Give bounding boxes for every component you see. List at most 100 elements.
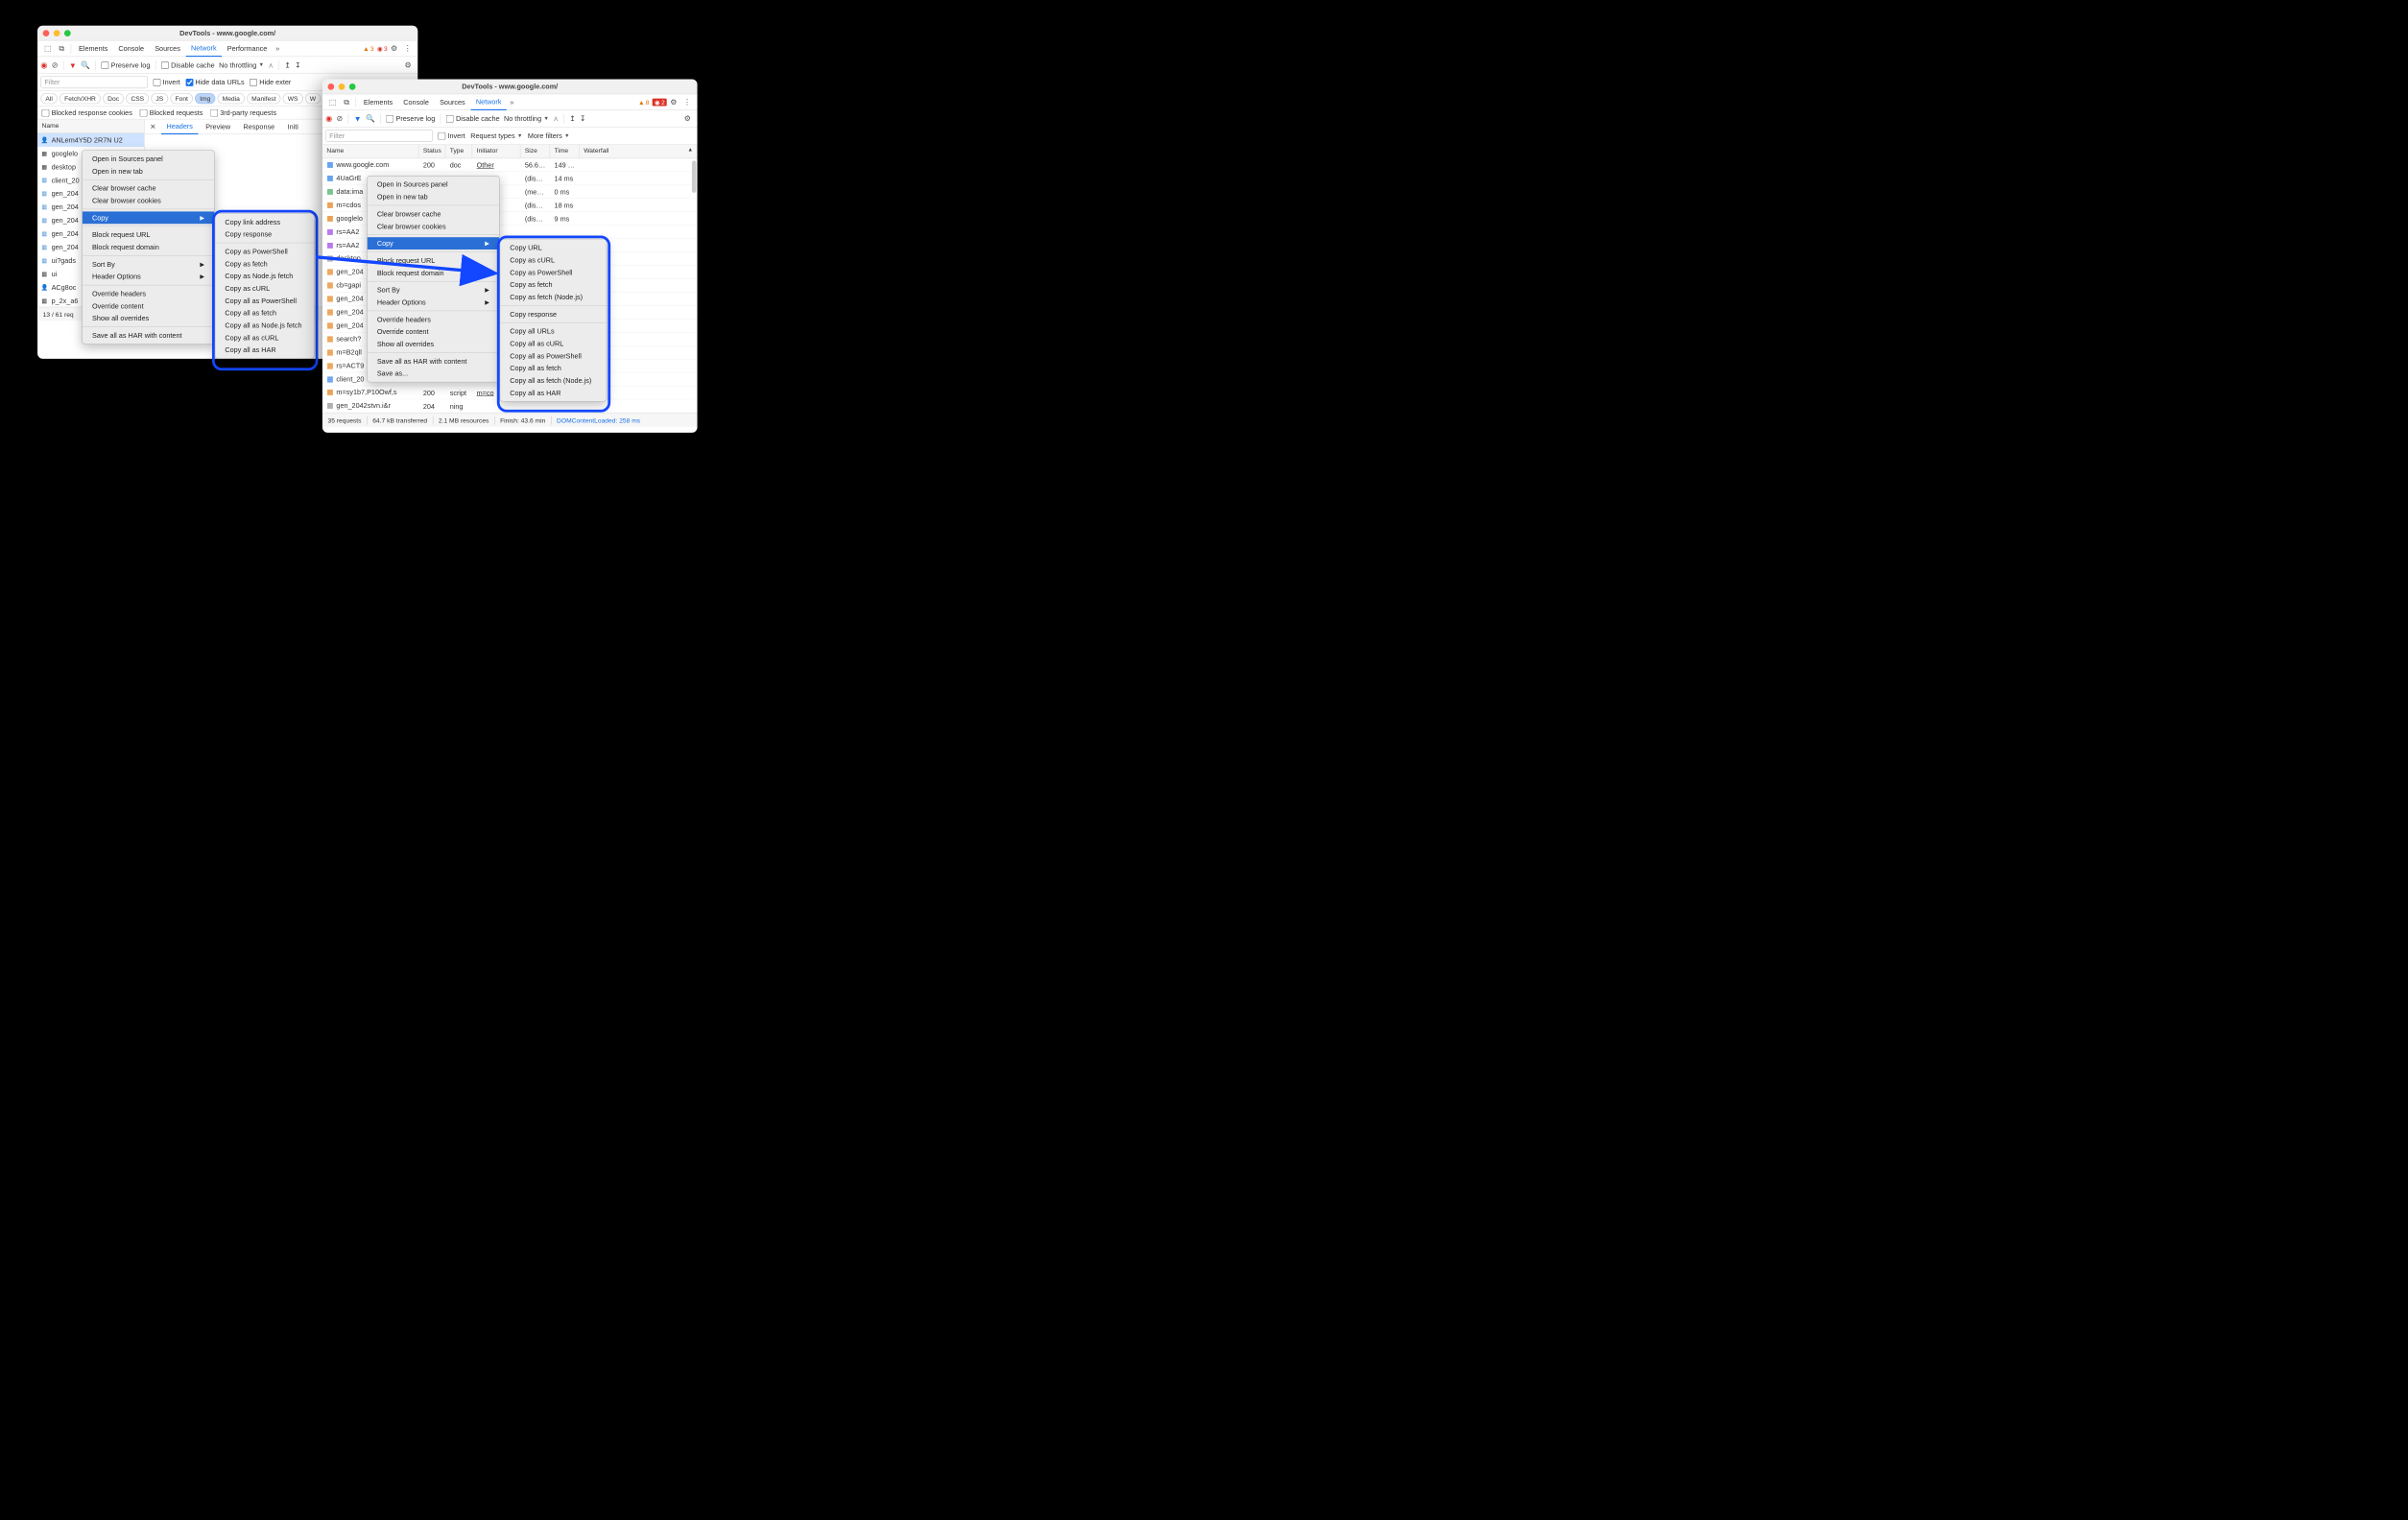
gear-icon[interactable]: ⚙	[680, 114, 694, 123]
errors-badge[interactable]: ◉ 3	[377, 45, 388, 53]
menu-header-options[interactable]: Header Options▶	[83, 271, 214, 283]
col-name[interactable]: Name	[322, 145, 418, 158]
chip-manifest[interactable]: Manifest	[247, 93, 280, 104]
menu-copy-all-node-fetch[interactable]: Copy all as Node.js fetch	[215, 320, 314, 332]
invert-checkbox[interactable]: Invert	[154, 78, 180, 85]
chip-img[interactable]: Img	[195, 93, 215, 104]
tab-response[interactable]: Response	[238, 119, 280, 134]
menu-clear-cookies[interactable]: Clear browser cookies	[368, 220, 499, 232]
kebab-icon[interactable]: ⋮	[400, 44, 415, 53]
more-filters-select[interactable]: More filters ▼	[528, 131, 570, 139]
menu-copy-fetch[interactable]: Copy as fetch	[215, 257, 314, 270]
hide-data-urls-checkbox[interactable]: Hide data URLs	[185, 78, 244, 85]
warnings-badge[interactable]: ▲ 8	[638, 98, 649, 106]
name-column-header[interactable]: Name	[37, 119, 144, 132]
chip-media[interactable]: Media	[218, 93, 245, 104]
menu-override-headers[interactable]: Override headers	[83, 288, 214, 300]
col-initiator[interactable]: Initiator	[472, 145, 520, 158]
hide-extensions-checkbox[interactable]: Hide exter	[250, 78, 291, 85]
upload-icon[interactable]: ↥	[285, 60, 291, 69]
tab-network[interactable]: Network	[185, 40, 222, 57]
menu-copy-response[interactable]: Copy response	[215, 228, 314, 241]
tab-elements[interactable]: Elements	[73, 40, 112, 57]
chip-js[interactable]: JS	[151, 93, 168, 104]
menu-save-har[interactable]: Save all as HAR with content	[368, 355, 499, 368]
throttling-select[interactable]: No throttling ▼	[219, 61, 264, 69]
menu-save-as[interactable]: Save as...	[368, 368, 499, 380]
chip-css[interactable]: CSS	[126, 93, 149, 104]
initiator-cell[interactable]: Other	[472, 161, 520, 169]
menu-copy-all-powershell[interactable]: Copy all as PowerShell	[215, 295, 314, 307]
menu-copy-all-fetch-node[interactable]: Copy all as fetch (Node.js)	[500, 374, 606, 387]
chip-wasm[interactable]: W	[305, 93, 321, 104]
filter-icon[interactable]: ▼	[354, 114, 362, 123]
menu-copy-all-curl[interactable]: Copy all as cURL	[500, 338, 606, 350]
filter-input[interactable]: Filter	[325, 130, 433, 142]
menu-block-domain[interactable]: Block request domain	[368, 267, 499, 279]
gear-icon[interactable]: ⚙	[388, 44, 401, 53]
tab-sources[interactable]: Sources	[434, 94, 470, 110]
wifi-icon[interactable]: ⋏	[268, 60, 273, 69]
menu-copy-all-har[interactable]: Copy all as HAR	[215, 344, 314, 356]
col-waterfall[interactable]: Waterfall▲	[580, 145, 698, 158]
record-icon[interactable]: ◉	[40, 60, 47, 69]
scrollbar[interactable]	[692, 160, 696, 192]
download-icon[interactable]: ↧	[295, 60, 300, 69]
menu-block-domain[interactable]: Block request domain	[83, 241, 214, 253]
menu-copy[interactable]: Copy▶	[368, 237, 499, 249]
throttling-select[interactable]: No throttling ▼	[504, 114, 549, 122]
upload-icon[interactable]: ↥	[569, 114, 575, 123]
chip-doc[interactable]: Doc	[103, 93, 124, 104]
menu-copy-curl[interactable]: Copy as cURL	[215, 282, 314, 295]
menu-show-overrides[interactable]: Show all overrides	[368, 338, 499, 350]
chip-font[interactable]: Font	[170, 93, 192, 104]
gear-icon[interactable]: ⚙	[401, 60, 415, 69]
search-icon[interactable]: 🔍	[366, 114, 375, 123]
tab-preview[interactable]: Preview	[201, 119, 236, 134]
menu-copy-link[interactable]: Copy link address	[215, 216, 314, 228]
col-time[interactable]: Time	[550, 145, 580, 158]
tab-headers[interactable]: Headers	[161, 119, 199, 134]
menu-copy-all-har[interactable]: Copy all as HAR	[500, 387, 606, 399]
request-types-select[interactable]: Request types ▼	[470, 131, 522, 139]
menu-open-in-new-tab[interactable]: Open in new tab	[83, 165, 214, 178]
more-tabs-icon[interactable]: »	[273, 44, 283, 52]
menu-copy-all-fetch[interactable]: Copy all as fetch	[500, 362, 606, 374]
menu-copy-fetch-node[interactable]: Copy as fetch (Node.js)	[500, 291, 606, 303]
warnings-badge[interactable]: ▲ 3	[363, 45, 373, 53]
col-status[interactable]: Status	[418, 145, 445, 158]
tab-network[interactable]: Network	[470, 94, 507, 110]
more-tabs-icon[interactable]: »	[507, 98, 517, 106]
menu-clear-cache[interactable]: Clear browser cache	[83, 182, 214, 195]
menu-open-in-sources[interactable]: Open in Sources panel	[368, 178, 499, 191]
disable-cache-checkbox[interactable]: Disable cache	[161, 61, 215, 69]
menu-override-content[interactable]: Override content	[368, 325, 499, 338]
download-icon[interactable]: ↧	[580, 114, 585, 123]
menu-override-headers[interactable]: Override headers	[368, 313, 499, 325]
menu-copy-fetch[interactable]: Copy as fetch	[500, 278, 606, 291]
tab-performance[interactable]: Performance	[222, 40, 273, 57]
third-party-checkbox[interactable]: 3rd-party requests	[210, 108, 276, 116]
chip-all[interactable]: All	[40, 93, 57, 104]
menu-show-overrides[interactable]: Show all overrides	[83, 312, 214, 324]
close-icon[interactable]: ✕	[147, 123, 159, 131]
menu-override-content[interactable]: Override content	[83, 299, 214, 312]
errors-badge[interactable]: ◉ 2	[653, 98, 667, 106]
menu-copy-all-urls[interactable]: Copy all URLs	[500, 325, 606, 338]
disable-cache-checkbox[interactable]: Disable cache	[446, 114, 500, 122]
preserve-log-checkbox[interactable]: Preserve log	[102, 61, 151, 69]
tab-console[interactable]: Console	[398, 94, 435, 110]
menu-block-url[interactable]: Block request URL	[368, 254, 499, 267]
kebab-icon[interactable]: ⋮	[680, 98, 695, 107]
menu-copy-powershell[interactable]: Copy as PowerShell	[215, 246, 314, 258]
tab-console[interactable]: Console	[113, 40, 150, 57]
search-icon[interactable]: 🔍	[81, 60, 90, 69]
request-row[interactable]: 👤ANLem4Y5D 2R7N U2	[37, 133, 144, 147]
menu-clear-cookies[interactable]: Clear browser cookies	[83, 195, 214, 207]
preserve-log-checkbox[interactable]: Preserve log	[386, 114, 435, 122]
menu-copy-all-powershell[interactable]: Copy all as PowerShell	[500, 349, 606, 362]
wifi-icon[interactable]: ⋏	[553, 114, 558, 123]
chip-fetch[interactable]: Fetch/XHR	[60, 93, 101, 104]
menu-copy-all-curl[interactable]: Copy all as cURL	[215, 331, 314, 344]
clear-icon[interactable]: ⊘	[52, 60, 59, 69]
